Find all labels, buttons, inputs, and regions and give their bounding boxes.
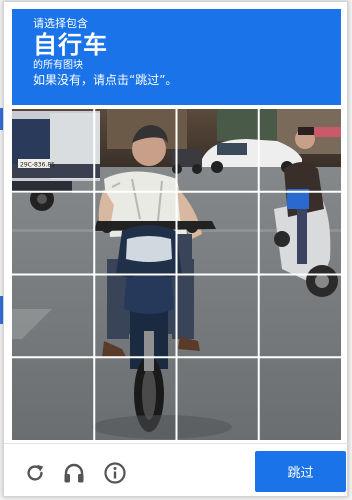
image-tile[interactable] (259, 275, 341, 358)
street-scene-image: 29C-836.85 (12, 109, 341, 440)
reload-button[interactable] (20, 458, 50, 488)
info-button[interactable] (100, 458, 130, 488)
image-tiles (12, 109, 341, 440)
image-tile-grid: 29C-836.85 (12, 109, 347, 440)
skip-hint: 如果没有，请点击“跳过”。 (33, 73, 178, 87)
challenge-footer: 跳过 (4, 443, 349, 499)
image-tile[interactable] (177, 192, 259, 275)
captcha-challenge-dialog: 请选择包含 自行车 的所有图块 如果没有，请点击“跳过”。 跳过 (3, 1, 349, 499)
instruction-prefix: 请选择包含 (33, 17, 88, 30)
headphones-icon (64, 463, 84, 483)
reload-icon (27, 464, 44, 481)
image-tile[interactable] (259, 109, 341, 192)
image-tile[interactable] (12, 275, 94, 358)
image-tile[interactable] (12, 109, 94, 192)
image-tile[interactable] (177, 275, 259, 358)
image-tile[interactable] (94, 275, 176, 358)
image-tile[interactable] (12, 192, 94, 275)
instruction-suffix: 的所有图块 (33, 60, 83, 71)
image-tile[interactable] (177, 109, 259, 192)
info-icon (104, 462, 126, 484)
image-tile[interactable] (259, 192, 341, 275)
image-tile[interactable] (94, 109, 176, 192)
challenge-header: 请选择包含 自行车 的所有图块 如果没有，请点击“跳过”。 (12, 9, 341, 105)
skip-button[interactable]: 跳过 (255, 451, 346, 492)
image-tile[interactable] (12, 357, 94, 440)
image-tile[interactable] (94, 357, 176, 440)
target-object-label: 自行车 (33, 31, 108, 59)
image-tile[interactable] (94, 192, 176, 275)
image-tile[interactable] (259, 357, 341, 440)
audio-challenge-button[interactable] (59, 458, 89, 488)
image-tile[interactable] (177, 357, 259, 440)
